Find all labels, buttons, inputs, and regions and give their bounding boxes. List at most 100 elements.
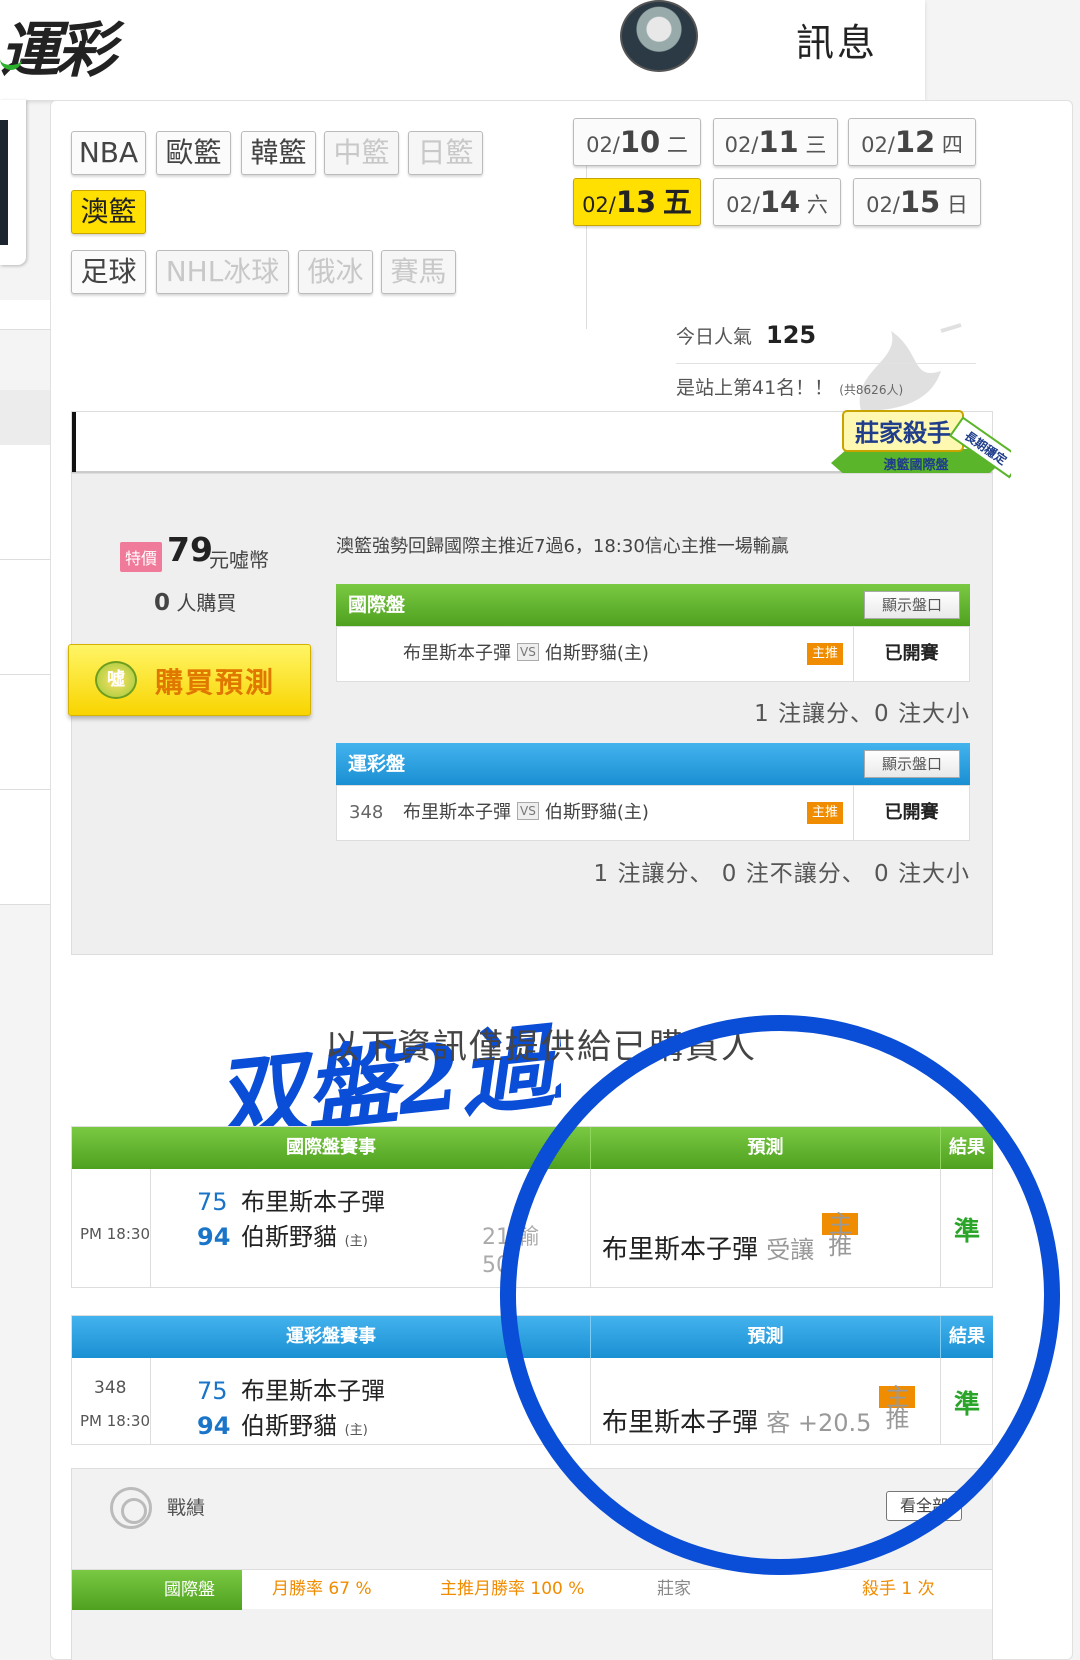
vs-icon: VS: [517, 802, 539, 820]
record-stats-bar: 國際盤 月勝率 67 % 主推月勝率 100 % 莊家 殺手 1 次: [72, 1569, 992, 1610]
tab-soccer[interactable]: 足球: [71, 250, 146, 294]
show-odds-button[interactable]: 顯示盤口: [864, 591, 960, 619]
prediction-description: 澳籃強勢回歸國際主推近7過6，18:30信心主推一場輸贏: [336, 536, 789, 557]
game-status: 已開賽: [853, 627, 969, 681]
main-pick-tag: 主推: [807, 802, 843, 824]
divider: [150, 1358, 151, 1444]
killer-count: 殺手 1 次: [862, 1579, 935, 1599]
popularity-value: 125: [766, 321, 817, 349]
home-row: 94 伯斯野貓 (主): [197, 1217, 368, 1252]
date-day: 12: [894, 125, 936, 159]
date-day: 14: [759, 185, 801, 219]
date-weekday: 日: [946, 193, 968, 217]
date-0213[interactable]: 02/13 五: [573, 178, 701, 226]
tab-australia-basketball[interactable]: 澳籃: [71, 190, 146, 234]
site-rank: 是站上第41名！！ (共8626人): [676, 373, 903, 400]
tab-nba[interactable]: NBA: [71, 131, 146, 175]
date-weekday: 三: [805, 133, 827, 157]
away-team: 布里斯本子彈: [403, 802, 511, 823]
sidebar-image: [0, 120, 8, 245]
bookmaker-label: 莊家: [657, 1579, 691, 1599]
lottery-market-title: 運彩盤: [348, 753, 406, 775]
sidebar-panel: [0, 790, 50, 905]
record-tag: 國際盤: [72, 1570, 242, 1610]
table-header-event: 國際盤賽事: [72, 1127, 590, 1169]
home-team: 伯斯野貓: [241, 1223, 337, 1251]
tab-china-basketball[interactable]: 中籃: [324, 131, 399, 175]
away-team: 布里斯本子彈: [241, 1377, 385, 1405]
left-sidebar: [0, 100, 50, 1660]
date-weekday: 六: [806, 193, 828, 217]
tab-euro-basketball[interactable]: 歐籃: [156, 131, 231, 175]
date-0210[interactable]: 02/10 二: [573, 118, 701, 166]
show-odds-button[interactable]: 顯示盤口: [864, 750, 960, 778]
sidebar-panel: [0, 675, 50, 790]
rank-total: (共8626人): [839, 383, 904, 397]
lottery-pick-counts: 1 注讓分、 0 注不讓分、 0 注大小: [593, 861, 970, 887]
home-score: 94: [197, 1412, 231, 1440]
date-prefix: 02/: [724, 133, 759, 157]
popularity-label: 今日人氣: [676, 326, 753, 348]
tab-russia-hockey[interactable]: 俄冰: [298, 250, 373, 294]
home-mark: (主): [344, 1423, 368, 1438]
date-0212[interactable]: 02/12 四: [848, 118, 976, 166]
divider: [150, 1169, 151, 1287]
sidebar-panel: [0, 390, 50, 448]
home-team: 伯斯野貓(主): [544, 802, 649, 823]
prediction-card: 特價 79 元噓幣 0 人購買 噓 購買預測 澳籃強勢回歸國際主推近7過6，18…: [68, 473, 993, 955]
messages-link[interactable]: 訊息: [796, 12, 878, 67]
date-weekday: 四: [941, 133, 963, 157]
date-prefix: 02/: [861, 133, 895, 157]
buyer-count: 0 人購買: [154, 587, 236, 616]
badge-title: 莊家殺手: [855, 419, 951, 447]
away-row: 75 布里斯本子彈: [197, 1182, 385, 1217]
lottery-market-header: 運彩盤 顯示盤口: [336, 743, 970, 785]
matchup: 布里斯本子彈 VS 伯斯野貓(主): [403, 786, 649, 840]
intl-market-header: 國際盤 顯示盤口: [336, 584, 970, 626]
vs-icon: VS: [517, 643, 539, 661]
sidebar-card: [0, 100, 26, 265]
date-prefix: 02/: [586, 133, 620, 157]
away-team: 布里斯本子彈: [241, 1188, 385, 1216]
intl-market-row: 布里斯本子彈 VS 伯斯野貓(主) 主推 已開賽: [336, 626, 970, 682]
home-team: 伯斯野貓(主): [544, 643, 649, 664]
tab-korea-basketball[interactable]: 韓籃: [241, 131, 316, 175]
game-time: PM 18:30: [80, 1225, 150, 1243]
sidebar-panel: [0, 445, 50, 560]
date-day: 15: [899, 185, 941, 219]
divider: [676, 363, 976, 364]
home-team: 伯斯野貓: [241, 1412, 337, 1440]
monthly-win-rate: 月勝率 67 %: [272, 1579, 372, 1599]
buy-prediction-button[interactable]: 噓 購買預測: [68, 644, 311, 716]
date-0215[interactable]: 02/15 日: [853, 178, 981, 226]
intl-pick-counts: 1 注讓分、0 注大小: [754, 701, 970, 727]
coin-icon: 噓: [95, 661, 137, 699]
date-0214[interactable]: 02/14 六: [713, 178, 841, 226]
lottery-market-row: 348 布里斯本子彈 VS 伯斯野貓(主) 主推 已開賽: [336, 785, 970, 841]
intl-market-title: 國際盤: [348, 594, 406, 616]
home-score: 94: [197, 1223, 231, 1251]
popularity: 今日人氣 125: [676, 321, 816, 349]
user-avatar[interactable]: [620, 0, 698, 72]
date-prefix: 02/: [866, 193, 900, 217]
game-number: 348: [349, 802, 384, 823]
target-icon: [110, 1487, 152, 1529]
tab-horse-racing[interactable]: 賽馬: [381, 250, 456, 294]
sidebar-panel: [0, 300, 50, 330]
price-value: 79: [167, 530, 213, 569]
tab-japan-basketball[interactable]: 日籃: [408, 131, 483, 175]
away-score: 75: [197, 1377, 228, 1405]
main-pick-win-rate: 主推月勝率 100 %: [440, 1579, 585, 1599]
date-prefix: 02/: [582, 193, 616, 217]
away-row: 75 布里斯本子彈: [197, 1371, 385, 1406]
away-team: 布里斯本子彈: [403, 643, 511, 664]
tab-nhl[interactable]: NHL冰球: [156, 250, 289, 294]
date-0211[interactable]: 02/11 三: [713, 118, 838, 166]
date-day: 11: [758, 125, 799, 159]
away-score: 75: [197, 1188, 228, 1216]
site-logo[interactable]: 運彩: [0, 2, 116, 89]
game-time: PM 18:30: [80, 1412, 150, 1430]
home-row: 94 伯斯野貓 (主): [197, 1406, 368, 1441]
game-status: 已開賽: [853, 786, 969, 840]
matchup: 布里斯本子彈 VS 伯斯野貓(主): [403, 627, 649, 681]
